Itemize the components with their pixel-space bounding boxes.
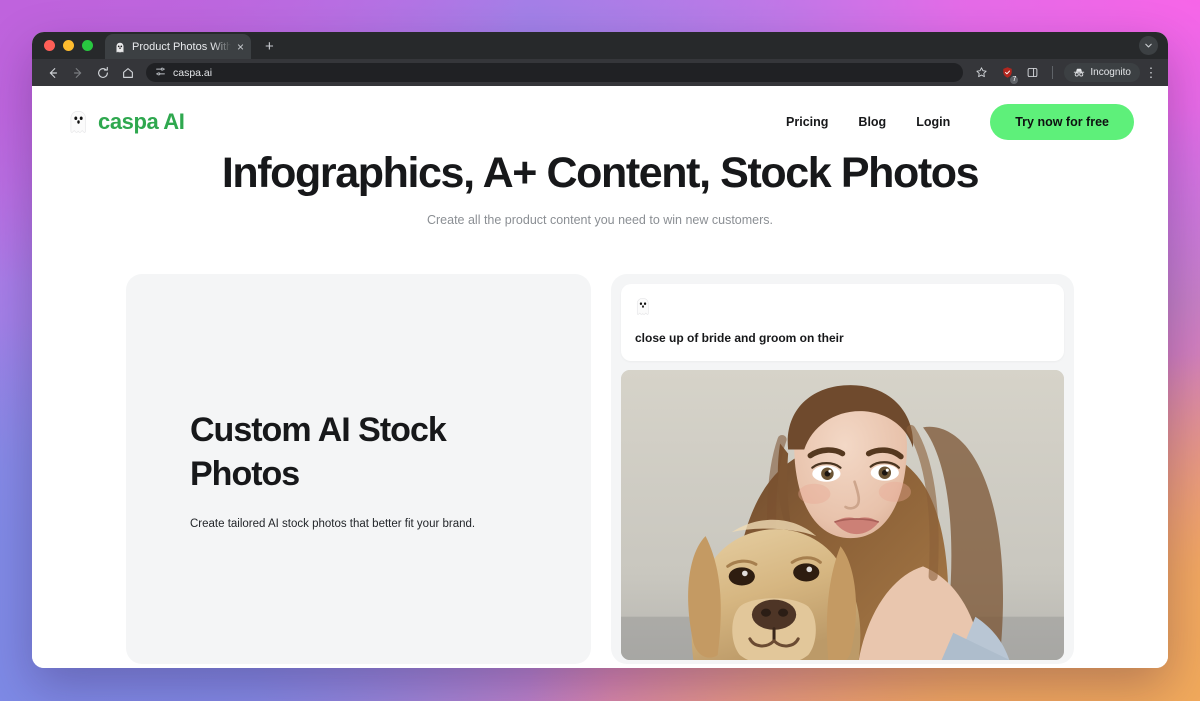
window-controls [44,32,93,59]
browser-tab-strip: Product Photos With Human × + [32,32,1168,59]
extension-icon[interactable]: 7 [996,62,1020,85]
address-bar-url: caspa.ai [173,66,213,79]
browser-toolbar: caspa.ai 7 Incognito ⋮ [32,59,1168,86]
browser-window: Product Photos With Human × + [32,32,1168,668]
new-tab-button[interactable]: + [265,38,274,59]
nav-link-blog[interactable]: Blog [858,115,886,129]
ghost-icon [114,41,126,53]
photo-illustration [621,370,1064,661]
site-nav: Pricing Blog Login Try now for free [786,104,1134,140]
incognito-indicator[interactable]: Incognito [1064,63,1140,82]
feature-cards: Custom AI Stock Photos Create tailored A… [32,274,1168,665]
prompt-card: close up of bride and groom on their [621,284,1064,362]
browser-tab[interactable]: Product Photos With Human × [105,34,251,59]
home-icon[interactable] [115,60,140,85]
try-now-for-free-button[interactable]: Try now for free [990,104,1134,140]
toolbar-actions: 7 Incognito ⋮ [969,60,1160,85]
close-icon[interactable]: × [237,41,244,53]
browser-tab-title: Product Photos With Human [132,40,231,53]
page-content: caspa AI Pricing Blog Login Try now for … [32,86,1168,668]
generated-photo [621,370,1064,661]
site-header: caspa AI Pricing Blog Login Try now for … [32,86,1168,140]
star-icon[interactable] [969,60,994,85]
minimize-window-button[interactable] [63,39,74,51]
maximize-window-button[interactable] [82,39,93,51]
hero-section: Infographics, A+ Content, Stock Photos C… [32,140,1168,227]
preview-card: close up of bride and groom on their [611,274,1074,665]
toolbar-divider [1052,66,1054,79]
arrow-right-icon[interactable] [65,60,90,85]
page-title: Infographics, A+ Content, Stock Photos [221,149,980,197]
custom-ai-stock-photos-card: Custom AI Stock Photos Create tailored A… [126,274,591,665]
close-window-button[interactable] [44,39,55,51]
extension-badge-count: 7 [1009,74,1020,85]
tune-icon[interactable] [155,64,166,82]
incognito-label: Incognito [1090,67,1131,78]
feature-card-title: Custom AI Stock Photos [190,411,447,494]
nav-link-pricing[interactable]: Pricing [786,115,828,129]
nav-link-login[interactable]: Login [916,115,950,129]
chevron-down-icon[interactable] [1139,36,1158,55]
ghost-icon [68,110,89,134]
brand-name: caspa AI [98,109,185,134]
address-bar[interactable]: caspa.ai [146,63,964,82]
arrow-left-icon[interactable] [40,60,65,85]
reload-icon[interactable] [90,60,115,85]
kebab-menu-icon[interactable]: ⋮ [1142,66,1160,79]
feature-card-description: Create tailored AI stock photos that bet… [190,518,476,531]
ghost-icon [635,297,651,316]
hero-subtitle: Create all the product content you need … [426,213,774,228]
prompt-text: close up of bride and groom on their [635,331,844,346]
split-screen-icon[interactable] [1020,60,1045,85]
incognito-hat-icon [1073,67,1085,78]
brand-logo[interactable]: caspa AI [68,109,185,135]
